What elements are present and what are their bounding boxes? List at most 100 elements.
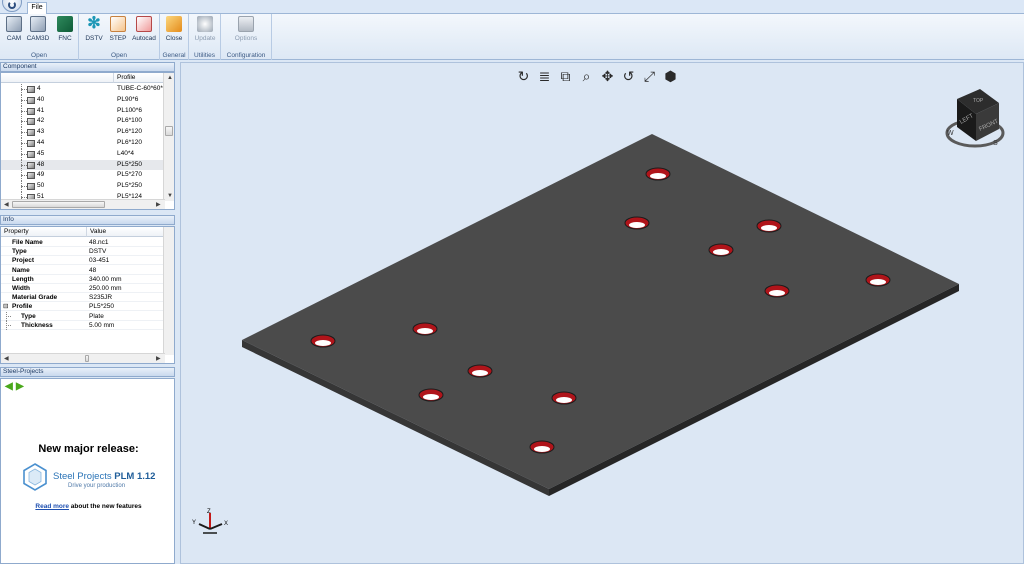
plate-hole[interactable] xyxy=(708,243,734,257)
info-property: Profile xyxy=(12,303,33,311)
options-button[interactable]: Options xyxy=(234,16,258,42)
shaded-cube-icon[interactable]: ⬢ xyxy=(662,67,679,85)
scroll-thumb[interactable] xyxy=(85,355,89,362)
info-row[interactable]: Type DSTV xyxy=(1,247,164,257)
fnc-icon xyxy=(57,16,73,32)
tab-file[interactable]: File xyxy=(27,2,47,14)
component-row[interactable]: 43 PL6*120 xyxy=(1,127,164,139)
plate-top-face[interactable] xyxy=(242,134,959,489)
plate-hole[interactable] xyxy=(624,216,650,230)
scroll-right-arrow-icon[interactable]: ▶ xyxy=(156,356,161,362)
info-property: Project xyxy=(12,257,35,265)
scroll-left-arrow-icon[interactable]: ◀ xyxy=(4,356,9,362)
info-value: 340.00 mm xyxy=(89,275,122,283)
scroll-thumb[interactable] xyxy=(165,126,173,136)
scroll-down-arrow-icon[interactable]: ▼ xyxy=(167,193,173,199)
plate-hole[interactable] xyxy=(418,388,444,402)
update-button[interactable]: Update xyxy=(193,16,217,42)
info-row[interactable]: Length 340.00 mm xyxy=(1,275,164,284)
autocad-button[interactable]: Autocad xyxy=(130,16,158,42)
info-row[interactable]: Name 48 xyxy=(1,266,164,275)
component-row[interactable]: 44 PL6*120 xyxy=(1,138,164,149)
dstv-button[interactable]: ✻ DSTV xyxy=(82,16,106,43)
pan-icon[interactable]: ✥ xyxy=(599,67,616,85)
plate-model[interactable] xyxy=(181,63,1024,564)
component-row[interactable]: 41 PL100*6 xyxy=(1,105,164,117)
column-header-value[interactable]: Value xyxy=(87,227,165,237)
component-row[interactable]: 45 L40*4 xyxy=(1,148,164,160)
plate-hole[interactable] xyxy=(412,322,438,336)
component-row[interactable]: 49 PL5*270 xyxy=(1,170,164,182)
info-property-grid[interactable]: Property Value File Name 48.nc1 Type DSTV Pr… xyxy=(0,226,175,364)
info-property: File Name xyxy=(12,239,43,246)
component-profile: L40*4 xyxy=(117,149,134,157)
reset-view-icon[interactable]: ↺ xyxy=(620,67,637,85)
close-button[interactable]: Close xyxy=(162,16,186,42)
3d-viewport[interactable]: ↻ ≣ ⧉ ⌕ ✥ ↺ ⤢ ⬢ TOP LEFT FRONT W S Z X Y xyxy=(180,62,1024,564)
cam-button[interactable]: CAM xyxy=(2,16,26,42)
ribbon-group-label: Utilities xyxy=(194,52,215,59)
info-row[interactable]: ⊟ Profile PL5*250 xyxy=(1,302,164,312)
zoom-icon[interactable]: ⌕ xyxy=(578,67,595,85)
info-row[interactable]: Type Plate xyxy=(1,311,164,321)
plate-hole[interactable] xyxy=(645,167,671,181)
scroll-up-arrow-icon[interactable]: ▲ xyxy=(167,75,173,81)
component-id: 4 xyxy=(37,85,41,92)
back-arrow-icon[interactable]: ◀ xyxy=(5,382,14,392)
read-more-link[interactable]: Read more xyxy=(35,503,69,510)
info-value: 48 xyxy=(89,266,97,274)
info-row[interactable]: Material Grade S235JR xyxy=(1,293,164,303)
scroll-left-arrow-icon[interactable]: ◀ xyxy=(4,202,9,208)
info-property: Type xyxy=(12,248,27,256)
plate-hole[interactable] xyxy=(551,391,577,405)
navigation-cube[interactable]: TOP LEFT FRONT W S xyxy=(943,83,1007,163)
tree-branch xyxy=(6,324,11,326)
component-id: 49 xyxy=(37,171,45,179)
component-id: 45 xyxy=(37,149,45,157)
collapse-toggle-icon[interactable]: ⊟ xyxy=(3,302,8,311)
component-id: 40 xyxy=(37,95,45,103)
component-row[interactable]: 40 PL90*6 xyxy=(1,94,164,106)
scroll-right-arrow-icon[interactable]: ▶ xyxy=(156,202,161,208)
info-vertical-scrollbar[interactable] xyxy=(163,227,174,355)
component-id: 44 xyxy=(37,139,45,146)
info-row[interactable]: Thickness 5.00 mm xyxy=(1,320,164,330)
plate-hole[interactable] xyxy=(467,364,493,378)
fnc-button[interactable]: FNC xyxy=(53,16,77,42)
forward-arrow-icon[interactable]: ▶ xyxy=(16,382,25,392)
component-row[interactable]: 48 PL5*250 xyxy=(1,159,164,171)
fit-view-icon[interactable]: ⤢ xyxy=(641,67,658,85)
component-row[interactable]: 42 PL6*100 xyxy=(1,116,164,128)
info-row[interactable]: Project 03-451 xyxy=(1,256,164,266)
plate-hole[interactable] xyxy=(529,440,555,454)
plate-hole[interactable] xyxy=(756,219,782,233)
plate-hole[interactable] xyxy=(764,284,790,298)
application-menu-button[interactable] xyxy=(2,0,22,12)
column-header-property[interactable]: Property xyxy=(1,227,87,237)
info-row[interactable]: File Name 48.nc1 xyxy=(1,238,164,247)
options-icon xyxy=(238,16,254,32)
cam-icon xyxy=(6,16,22,32)
component-row[interactable]: 50 PL5*250 xyxy=(1,181,164,193)
info-row[interactable]: Width 250.00 mm xyxy=(1,284,164,293)
component-row[interactable]: 4 TUBE-C-60*60*3 xyxy=(1,84,167,95)
component-vertical-scrollbar[interactable]: ▲ ▼ xyxy=(163,73,174,201)
plate-hole[interactable] xyxy=(310,334,336,348)
cam3d-button[interactable]: CAM3D xyxy=(26,16,50,42)
scroll-thumb[interactable] xyxy=(12,201,105,208)
info-horizontal-scrollbar[interactable]: ◀ ▶ xyxy=(1,353,165,363)
promo-read-more: Read more about the new features xyxy=(35,503,142,510)
ribbon-tab-bar: File xyxy=(0,0,1024,14)
column-header-name[interactable] xyxy=(1,73,114,83)
properties-icon[interactable]: ≣ xyxy=(536,67,553,85)
component-tree[interactable]: Profile 4 TUBE-C-60*60*3 40 PL90*6 41 PL100*6… xyxy=(0,72,175,210)
zoom-window-icon[interactable]: ⧉ xyxy=(557,67,574,85)
component-profile: PL100*6 xyxy=(117,106,142,114)
plate-hole[interactable] xyxy=(865,273,891,287)
axis-y-line xyxy=(198,523,211,530)
axis-x-line xyxy=(209,523,223,530)
rotate-view-icon[interactable]: ↻ xyxy=(515,67,532,85)
step-button[interactable]: STEP xyxy=(106,16,130,42)
component-horizontal-scrollbar[interactable]: ◀ ▶ xyxy=(1,199,165,209)
column-header-profile[interactable]: Profile xyxy=(114,73,166,83)
